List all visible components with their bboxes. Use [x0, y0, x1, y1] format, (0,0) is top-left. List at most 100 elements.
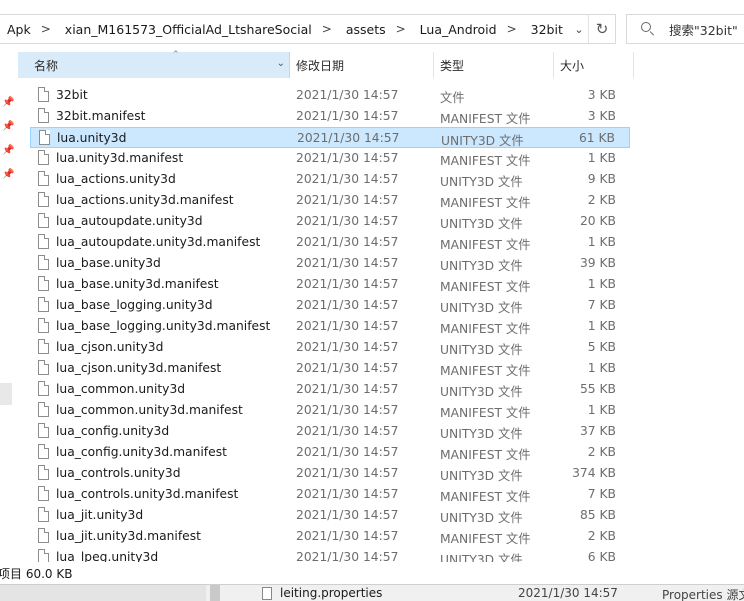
file-date: 2021/1/30 14:57 [296, 319, 399, 333]
file-row[interactable]: lua_jit.unity3d 2021/1/30 14:57 UNITY3D 文件… [30, 505, 630, 526]
file-name: lua_autoupdate.unity3d.manifest [56, 235, 261, 249]
file-icon [38, 213, 49, 228]
file-icon [38, 276, 49, 291]
file-row[interactable]: lua_lpeg.unity3d 2021/1/30 14:57 UNITY3D 文… [30, 547, 630, 562]
file-row[interactable]: lua_common.unity3d.manifest 2021/1/30 14:… [30, 400, 630, 421]
file-row[interactable]: lua_autoupdate.unity3d 2021/1/30 14:57 UNI… [30, 211, 630, 232]
file-row[interactable]: lua_config.unity3d 2021/1/30 14:57 UNITY3D… [30, 421, 630, 442]
column-header-name[interactable]: ⌃ 名称 ⌄ [18, 50, 290, 78]
pin-icon[interactable]: 📌 [2, 146, 14, 156]
breadcrumb-separator-icon[interactable]: > [312, 22, 338, 36]
file-row[interactable]: lua_autoupdate.unity3d.manifest 2021/1/30… [30, 232, 630, 253]
file-name: lua_actions.unity3d.manifest [56, 193, 234, 207]
file-type: UNITY3D 文件 [440, 553, 523, 562]
file-row[interactable]: 32bit 2021/1/30 14:57 文件 3 KB [30, 85, 630, 106]
file-row[interactable]: lua_controls.unity3d.manifest 2021/1/30 1… [30, 484, 630, 505]
file-size: 2 KB [587, 445, 616, 459]
file-row[interactable]: lua_base.unity3d.manifest 2021/1/30 14:57… [30, 274, 630, 295]
file-icon [38, 402, 49, 417]
file-name: lua_jit.unity3d.manifest [56, 529, 201, 543]
file-row[interactable]: lua_actions.unity3d.manifest 2021/1/30 14… [30, 190, 630, 211]
breadcrumb-item[interactable]: Lua_Android [412, 22, 497, 37]
file-name: lua_controls.unity3d [56, 466, 181, 480]
file-name: lua_autoupdate.unity3d [56, 214, 203, 228]
pin-icon[interactable]: 📌 [2, 122, 14, 132]
file-name: lua_base_logging.unity3d.manifest [56, 319, 271, 333]
file-date: 2021/1/30 14:57 [296, 298, 399, 312]
file-size: 2 KB [587, 193, 616, 207]
column-header-size[interactable]: 大小 [554, 52, 634, 78]
file-row[interactable]: lua_cjson.unity3d 2021/1/30 14:57 UNITY3D … [30, 337, 630, 358]
file-icon [38, 549, 49, 562]
file-date: 2021/1/30 14:57 [296, 172, 399, 186]
file-type: MANIFEST 文件 [440, 154, 531, 168]
file-row[interactable]: lua_common.unity3d 2021/1/30 14:57 UNITY3D… [30, 379, 630, 400]
file-size: 1 KB [587, 403, 616, 417]
chevron-down-icon[interactable]: ⌄ [277, 58, 285, 69]
column-header-date[interactable]: 修改日期 [290, 52, 434, 78]
file-icon [38, 423, 49, 438]
file-size: 3 KB [587, 88, 616, 102]
breadcrumb-separator-icon[interactable]: > [31, 22, 57, 36]
file-type: MANIFEST 文件 [440, 490, 531, 504]
file-type: UNITY3D 文件 [440, 385, 523, 399]
file-row[interactable]: lua_jit.unity3d.manifest 2021/1/30 14:57 M… [30, 526, 630, 547]
file-icon [38, 171, 49, 186]
file-row[interactable]: lua_cjson.unity3d.manifest 2021/1/30 14:5… [30, 358, 630, 379]
breadcrumb-separator-icon[interactable]: > [386, 22, 412, 36]
file-row[interactable]: lua.unity3d.manifest 2021/1/30 14:57 MANIF… [30, 148, 630, 169]
background-scrollbar[interactable] [210, 585, 220, 601]
search-input[interactable]: 搜索"32bit" [626, 14, 744, 44]
file-size: 39 KB [579, 256, 616, 270]
file-list[interactable]: 32bit 2021/1/30 14:57 文件 3 KB 32bit.manifest… [18, 85, 648, 562]
file-type: MANIFEST 文件 [440, 364, 531, 378]
file-size: 55 KB [579, 382, 616, 396]
file-date: 2021/1/30 14:57 [296, 403, 399, 417]
chevron-down-icon[interactable]: ⌄ [569, 15, 589, 43]
file-size: 6 KB [587, 550, 616, 562]
file-size: 61 KB [578, 131, 615, 145]
breadcrumb-item[interactable]: xian_M161573_OfficialAd_LtshareSocial [57, 22, 312, 37]
column-header-type[interactable]: 类型 [434, 52, 554, 78]
navigation-pane[interactable]: 📌 📌 📌 📌 [0, 58, 18, 568]
file-icon [38, 465, 49, 480]
pin-icon[interactable]: 📌 [2, 98, 14, 108]
file-icon [38, 381, 49, 396]
breadcrumb-item[interactable]: assets [338, 22, 386, 37]
file-row[interactable]: lua_actions.unity3d 2021/1/30 14:57 UNITY3… [30, 169, 630, 190]
file-date: 2021/1/30 14:57 [296, 88, 399, 102]
file-size: 20 KB [579, 214, 616, 228]
file-date: 2021/1/30 14:57 [296, 550, 399, 562]
file-date: 2021/1/30 14:57 [296, 508, 399, 522]
file-size: 1 KB [587, 319, 616, 333]
file-date: 2021/1/30 14:57 [296, 529, 399, 543]
nav-scrollbar-thumb[interactable] [0, 383, 12, 405]
breadcrumb-item[interactable]: 32bit [523, 22, 563, 37]
file-row[interactable]: 32bit.manifest 2021/1/30 14:57 MANIFEST 文件… [30, 106, 630, 127]
file-type: MANIFEST 文件 [440, 406, 531, 420]
file-row[interactable]: lua_controls.unity3d 2021/1/30 14:57 UNITY… [30, 463, 630, 484]
file-name: lua_common.unity3d [56, 382, 186, 396]
file-size: 2 KB [587, 529, 616, 543]
pin-icon[interactable]: 📌 [2, 170, 14, 180]
file-row[interactable]: lua_base_logging.unity3d 2021/1/30 14:57 U… [30, 295, 630, 316]
file-row[interactable]: lua_base.unity3d 2021/1/30 14:57 UNITY3D 文… [30, 253, 630, 274]
file-row[interactable]: lua.unity3d 2021/1/30 14:57 UNITY3D 文件 61 K… [30, 127, 630, 148]
file-type: UNITY3D 文件 [441, 134, 524, 148]
file-row[interactable]: lua_base_logging.unity3d.manifest 2021/1/… [30, 316, 630, 337]
column-header-name-label: 名称 [34, 58, 59, 73]
file-name: lua.unity3d.manifest [56, 151, 184, 165]
background-file-name[interactable]: leiting.properties [280, 586, 382, 600]
file-row[interactable]: lua_config.unity3d.manifest 2021/1/30 14:… [30, 442, 630, 463]
address-bar[interactable]: Apk > xian_M161573_OfficialAd_LtshareSocia… [0, 14, 616, 44]
column-header-size-label: 大小 [560, 58, 585, 73]
file-type: UNITY3D 文件 [440, 259, 523, 273]
refresh-icon[interactable]: ↻ [588, 15, 615, 43]
file-name: 32bit [56, 88, 88, 102]
file-date: 2021/1/30 14:57 [296, 109, 399, 123]
file-icon [38, 150, 49, 165]
breadcrumb-separator-icon[interactable]: > [497, 22, 523, 36]
status-text: 项目 60.0 KB [0, 567, 73, 581]
file-date: 2021/1/30 14:57 [296, 151, 399, 165]
breadcrumb-item[interactable]: Apk [0, 22, 31, 37]
